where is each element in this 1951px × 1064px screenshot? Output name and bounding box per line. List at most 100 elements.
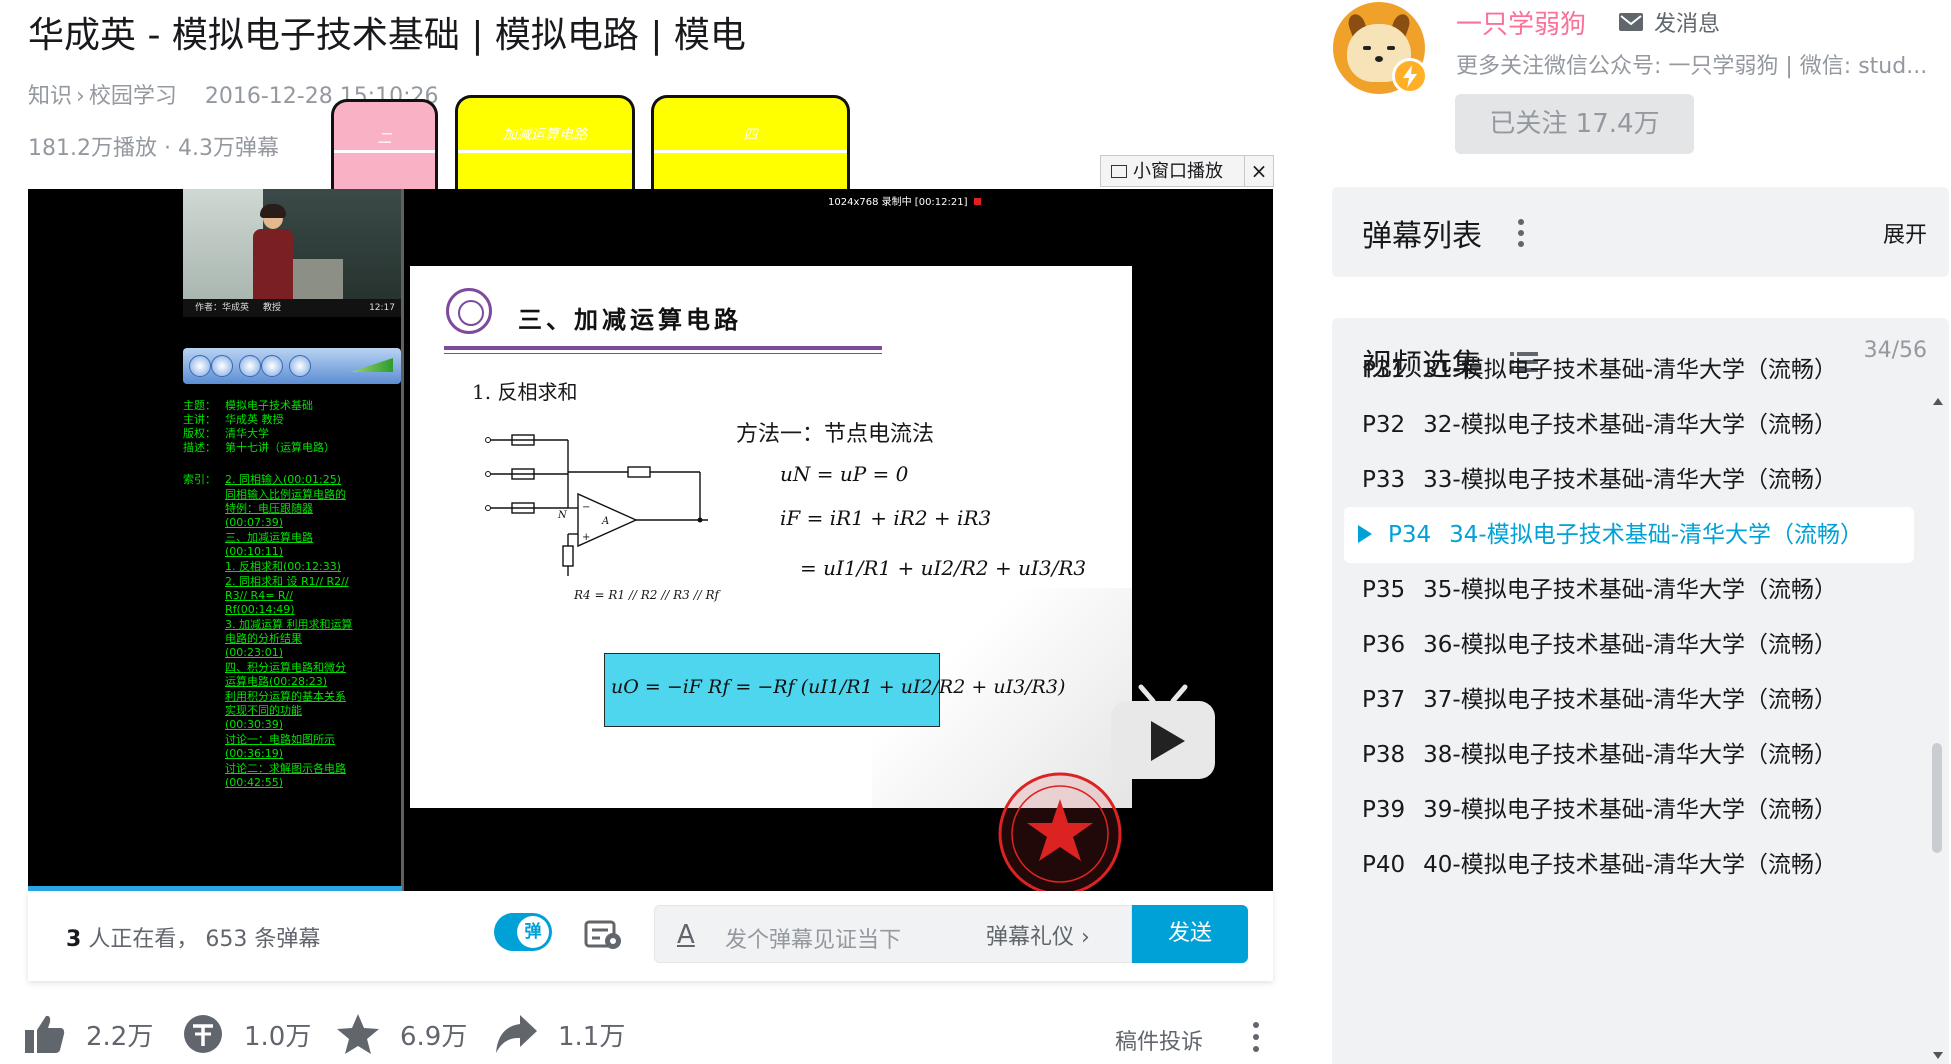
episode-item[interactable]: P33 33-模拟电子技术基础-清华大学（流畅）	[1344, 452, 1914, 508]
favorite-button[interactable]: 6.9万	[336, 1010, 467, 1058]
recording-status: 1024x768 录制中 [00:12:21]	[828, 193, 981, 208]
stop-icon	[211, 355, 233, 377]
episode-number: P36	[1362, 632, 1406, 658]
lightning-badge-icon	[1392, 58, 1428, 94]
send-message-label: 发消息	[1654, 12, 1721, 37]
danmaku-list-title: 弹幕列表	[1362, 219, 1482, 254]
breadcrumb-item-knowledge[interactable]: 知识	[28, 84, 72, 109]
breadcrumb-chevron-icon: ›	[76, 84, 85, 109]
mini-window-button[interactable]: 小窗口播放 ×	[1100, 155, 1274, 187]
svg-text:−: −	[582, 502, 590, 513]
outline-index-list: 2. 同相输入(00:01:25) 同相输入比例运算电路的特例：电压跟随器(00…	[225, 473, 355, 791]
lecture-author-title: 教授	[263, 303, 282, 313]
danmaku-list-panel[interactable]: 弹幕列表 展开	[1332, 187, 1949, 277]
episode-item[interactable]: P37 37-模拟电子技术基础-清华大学（流畅）	[1344, 672, 1914, 728]
coin-button[interactable]: 1.0万	[182, 1010, 311, 1058]
next-icon	[261, 355, 283, 377]
episode-title: 31-模拟电子技术基础-清华大学（流畅）	[1423, 357, 1838, 383]
outline-meta-row: 版权： 清华大学	[183, 427, 403, 441]
episode-number: P37	[1362, 687, 1406, 713]
outline-meta-value: 华成英 教授	[225, 413, 284, 426]
lecturer-camera: 作者：华成英 教授 12:17	[183, 189, 401, 317]
episode-number: P35	[1362, 577, 1406, 603]
share-button[interactable]: 1.1万	[494, 1010, 625, 1058]
episode-item[interactable]: P35 35-模拟电子技术基础-清华大学（流畅）	[1344, 562, 1914, 618]
episode-item[interactable]: P32 32-模拟电子技术基础-清华大学（流畅）	[1344, 397, 1914, 453]
episode-number: P31	[1362, 357, 1406, 383]
lecture-clock: 12:17	[369, 303, 395, 313]
danmaku-bar: 3 人正在看， 653 条弹幕 弹 A 发个弹幕见证当下 弹幕礼仪 › 发送	[28, 891, 1273, 981]
viewer-count-number: 3	[66, 927, 82, 952]
breadcrumb-item-campus[interactable]: 校园学习	[89, 84, 177, 109]
share-count: 1.1万	[558, 1021, 626, 1052]
episode-item[interactable]: P40 40-模拟电子技术基础-清华大学（流畅）	[1344, 837, 1914, 893]
lecture-author-name: 作者：华成英	[195, 303, 250, 313]
outline-index-item[interactable]: 四、积分运算电路和微分运算电路(00:28:23)	[225, 661, 355, 689]
episode-number: P34	[1388, 522, 1432, 548]
danmaku-toggle-label: 弹	[517, 916, 549, 948]
uploader-description: 更多关注微信公众号: 一只学弱狗 | 微信: stud...	[1456, 54, 1928, 79]
episode-panel: 视频选集 34/56 P31 31-模拟电子技术基础-清华大学（流畅） P32 32…	[1332, 318, 1949, 1064]
video-player[interactable]: 作者：华成英 教授 12:17 主题： 模拟电子技术基础 主讲： 华成英 教授 版权：…	[28, 189, 1273, 891]
slide-subheading: 1. 反相求和	[472, 380, 578, 404]
resistor-note: R4 = R1 // R2 // R3 // Rf	[574, 588, 719, 602]
uploader-name[interactable]: 一只学弱狗	[1456, 4, 1586, 41]
outline-index-item[interactable]: 2. 同相求和 设 R1// R2// R3// R4= R// Rf(00:1…	[225, 575, 355, 617]
slide-tab-current: 加减运算电路	[455, 95, 635, 194]
slide-tab-4: 四	[651, 95, 850, 194]
outline-index-item[interactable]: 同相输入比例运算电路的特例：电压跟随器(00:07:39)	[225, 488, 355, 530]
outline-index-item[interactable]: 三、加减运算电路(00:10:11)	[225, 531, 355, 559]
outline-meta-key: 主讲：	[183, 413, 216, 426]
danmaku-list-menu-icon[interactable]	[1518, 219, 1524, 247]
outline-meta-value: 第十七讲（运算电路）	[225, 441, 335, 454]
episode-item-active[interactable]: P34 34-模拟电子技术基础-清华大学（流畅）	[1344, 507, 1914, 563]
recording-status-text: 1024x768 录制中 [00:12:21]	[828, 197, 968, 208]
outline-meta-key: 描述：	[183, 441, 216, 454]
like-button[interactable]: 2.2万	[24, 1010, 153, 1058]
result-formula-box: uO = −iF Rf = −Rf (uI1/R1 + uI2/R2 + uI3…	[604, 653, 1065, 727]
send-button[interactable]: 发送	[1132, 905, 1248, 963]
coin-icon	[184, 1015, 222, 1053]
episode-scrollbar-thumb[interactable]	[1932, 743, 1942, 853]
scroll-down-arrow-icon[interactable]	[1933, 1052, 1943, 1059]
episode-item[interactable]: P38 38-模拟电子技术基础-清华大学（流畅）	[1344, 727, 1914, 783]
danmaku-toggle[interactable]: 弹	[494, 913, 552, 951]
outline-index-item[interactable]: 2. 同相输入(00:01:25)	[225, 473, 355, 487]
slide-tab-4-label: 四	[743, 127, 758, 143]
outline-index-label: 索引：	[183, 473, 216, 486]
thumbs-up-icon	[25, 1015, 65, 1053]
slide-tab-current-label: 加减运算电路	[503, 127, 587, 143]
close-icon[interactable]: ×	[1244, 156, 1273, 186]
episode-title: 33-模拟电子技术基础-清华大学（流畅）	[1423, 467, 1838, 493]
outline-index-item[interactable]: 讨论一：电路如图所示(00:36:19)	[225, 733, 355, 761]
episode-title: 36-模拟电子技术基础-清华大学（流畅）	[1423, 632, 1838, 658]
video-title: 华成英 - 模拟电子技术基础 | 模拟电路 | 模电	[28, 15, 746, 56]
video-stats: 181.2万播放 · 4.3万弹幕	[28, 136, 279, 161]
viewer-count: 3 人正在看， 653 条弹幕	[66, 921, 320, 953]
outline-index-item[interactable]: 1. 反相求和(00:12:33)	[225, 560, 355, 574]
scroll-up-arrow-icon[interactable]	[1933, 398, 1943, 405]
episode-item[interactable]: P31 31-模拟电子技术基础-清华大学（流畅）	[1344, 342, 1914, 398]
danmaku-settings-icon[interactable]	[584, 919, 624, 951]
svg-text:N: N	[557, 510, 568, 521]
university-emblem-icon	[446, 288, 492, 334]
episode-title: 34-模拟电子技术基础-清华大学（流畅）	[1449, 522, 1864, 548]
episode-item[interactable]: P39 39-模拟电子技术基础-清华大学（流畅）	[1344, 782, 1914, 838]
play-icon[interactable]	[1103, 679, 1223, 789]
episode-number: P33	[1362, 467, 1406, 493]
episode-item[interactable]: P36 36-模拟电子技术基础-清华大学（流畅）	[1344, 617, 1914, 673]
summing-circuit-diagram: A − + N	[485, 434, 708, 576]
follow-button[interactable]: 已关注 17.4万	[1455, 94, 1694, 154]
danmaku-list-expand[interactable]: 展开	[1883, 217, 1927, 249]
text-style-icon[interactable]: A	[677, 920, 695, 950]
like-count: 2.2万	[86, 1021, 154, 1052]
star-icon	[337, 1014, 379, 1054]
report-link[interactable]: 稿件投诉	[1115, 1024, 1203, 1056]
more-options-icon[interactable]	[1253, 1022, 1259, 1052]
outline-index-item[interactable]: 3. 加减运算 利用求和运算电路的分析结果(00:23:01)	[225, 618, 355, 660]
danmaku-etiquette-link[interactable]: 弹幕礼仪 ›	[986, 919, 1090, 951]
outline-index-item[interactable]: 讨论二：求解图示各电路(00:42:55)	[225, 762, 355, 790]
prev-icon	[239, 355, 261, 377]
outline-index-item[interactable]: 利用积分运算的基本关系实现不同的功能(00:30:39)	[225, 690, 355, 732]
send-message-button[interactable]: 发消息	[1618, 6, 1720, 38]
